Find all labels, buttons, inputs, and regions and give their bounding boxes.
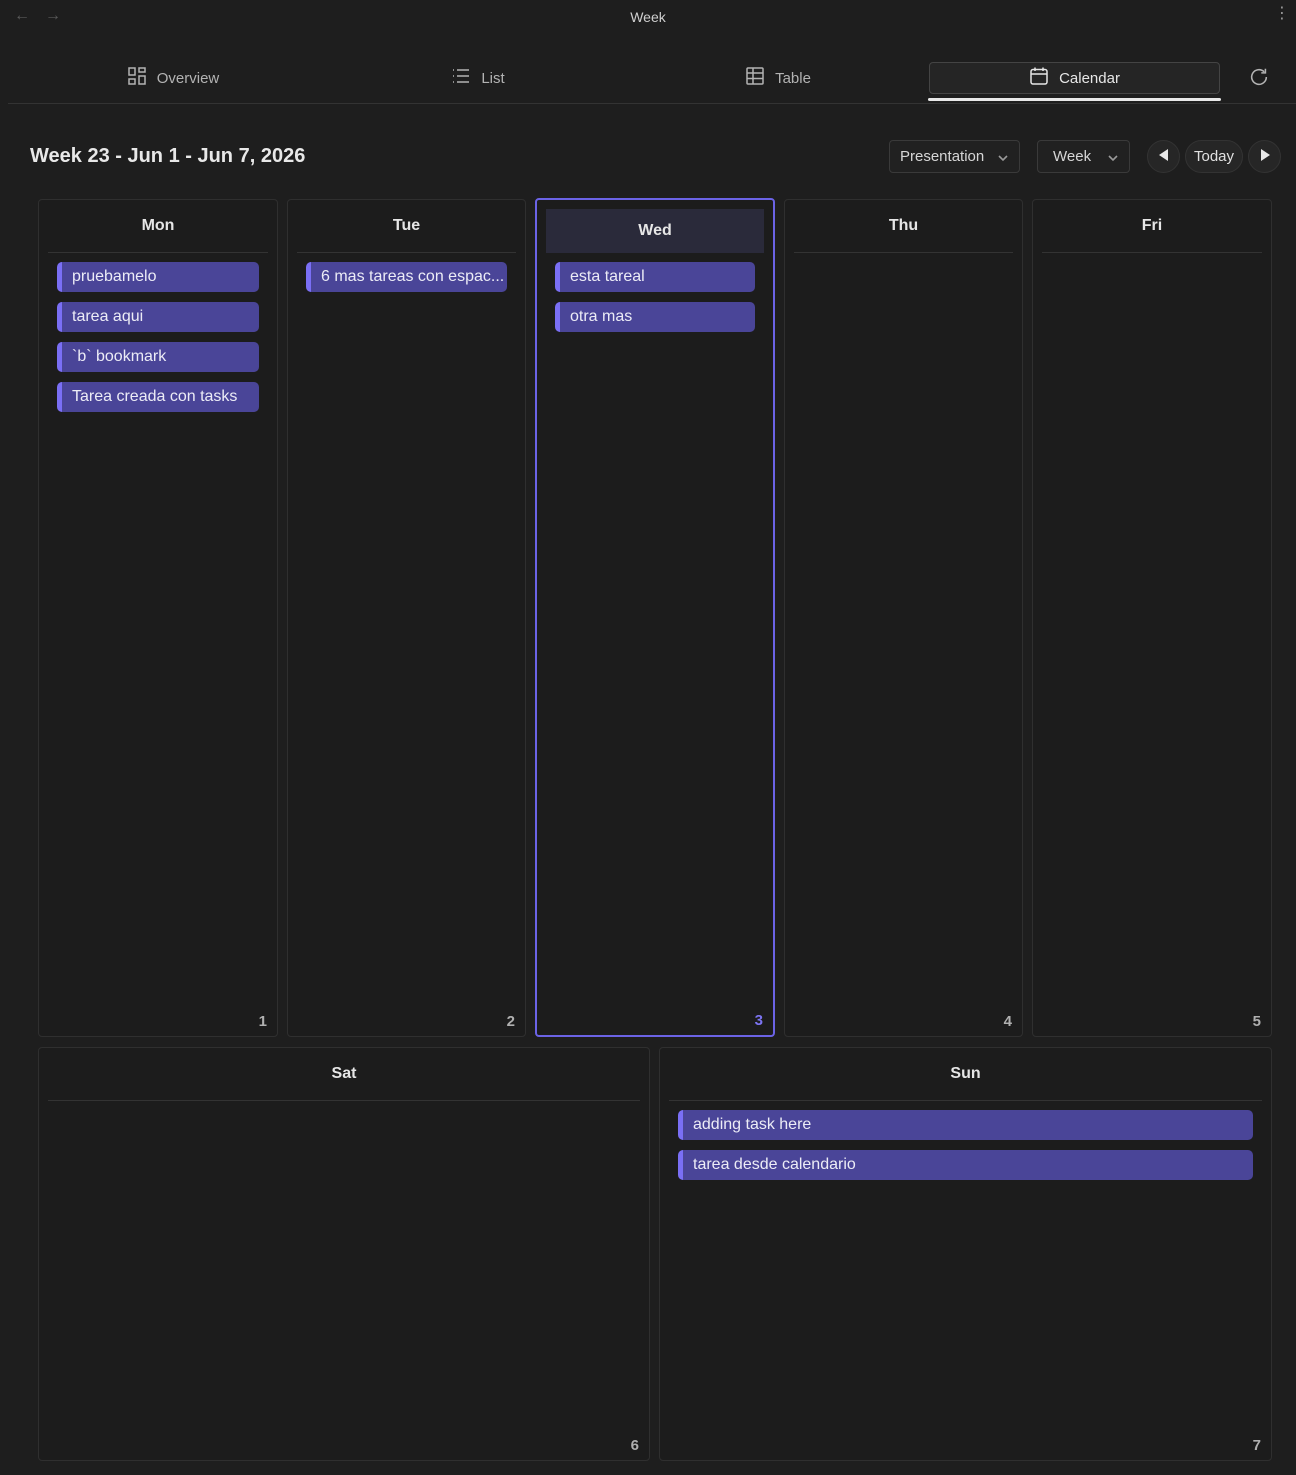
window-title: Week [630,9,666,25]
day-header: Fri [1042,200,1262,253]
chevron-down-icon [997,151,1009,163]
task-item[interactable]: tarea aqui [57,302,259,332]
task-item[interactable]: 6 mas tareas con espac... [306,262,507,292]
tab-label: Calendar [1059,69,1120,87]
task-item[interactable]: adding task here [678,1110,1253,1140]
task-item[interactable]: Tarea creada con tasks [57,382,259,412]
view-select[interactable]: Week [1037,140,1130,173]
tab-label: Table [775,69,811,87]
day-column-sun[interactable]: Sun adding task here tarea desde calenda… [659,1047,1272,1461]
day-column-sat[interactable]: Sat 6 [38,1047,650,1461]
tab-overview[interactable]: Overview [108,62,238,94]
day-number: 2 [506,1013,515,1030]
day-header: Tue [297,200,516,253]
task-list: 6 mas tareas con espac... [306,262,507,302]
day-header: Thu [794,200,1013,253]
presentation-select[interactable]: Presentation [889,140,1020,173]
today-label: Today [1193,148,1235,165]
refresh-icon[interactable] [1248,66,1272,90]
day-number: 1 [258,1013,267,1030]
today-button[interactable]: Today [1185,140,1243,173]
grid-icon [127,66,147,90]
task-list: adding task here tarea desde calendario [678,1110,1253,1190]
table-icon [745,66,765,90]
tab-calendar[interactable]: Calendar [929,62,1220,94]
day-number: 4 [1003,1013,1012,1030]
view-tabs: Overview List Table Calendar [8,56,1296,104]
task-list: pruebamelo tarea aqui `b` bookmark Tarea… [57,262,259,422]
day-column-wed[interactable]: Wed esta tareal otra mas 3 [535,198,775,1037]
day-number: 5 [1252,1013,1261,1030]
day-column-tue[interactable]: Tue 6 mas tareas con espac... 2 [287,199,526,1037]
active-tab-indicator [928,98,1221,101]
day-number: 3 [754,1012,763,1029]
task-item[interactable]: `b` bookmark [57,342,259,372]
calendar-icon [1029,66,1049,90]
day-column-thu[interactable]: Thu 4 [784,199,1023,1037]
triangle-left-icon [1157,148,1171,166]
next-week-button[interactable] [1248,140,1281,173]
task-list: esta tareal otra mas [555,262,755,342]
chevron-down-icon [1107,151,1119,163]
day-header: Wed [546,209,764,253]
day-column-fri[interactable]: Fri 5 [1032,199,1272,1037]
day-number: 7 [1252,1437,1261,1454]
day-header: Sat [48,1048,640,1101]
day-header: Mon [48,200,268,253]
triangle-right-icon [1258,148,1272,166]
tab-table[interactable]: Table [723,62,833,94]
more-vertical-icon[interactable]: ⋮ [1274,6,1290,22]
task-item[interactable]: tarea desde calendario [678,1150,1253,1180]
tab-list[interactable]: List [428,62,528,94]
title-bar: ← → Week ⋮ [0,0,1296,34]
task-item[interactable]: pruebamelo [57,262,259,292]
task-item[interactable]: esta tareal [555,262,755,292]
presentation-label: Presentation [900,148,985,165]
day-header: Sun [669,1048,1262,1101]
day-column-mon[interactable]: Mon pruebamelo tarea aqui `b` bookmark T… [38,199,278,1037]
prev-week-button[interactable] [1147,140,1180,173]
task-item[interactable]: otra mas [555,302,755,332]
day-number: 6 [630,1437,639,1454]
view-label: Week [1053,148,1092,165]
tab-label: Overview [156,69,220,87]
list-icon [451,66,471,90]
week-title: Week 23 - Jun 1 - Jun 7, 2026 [30,145,306,167]
tab-label: List [481,69,505,87]
